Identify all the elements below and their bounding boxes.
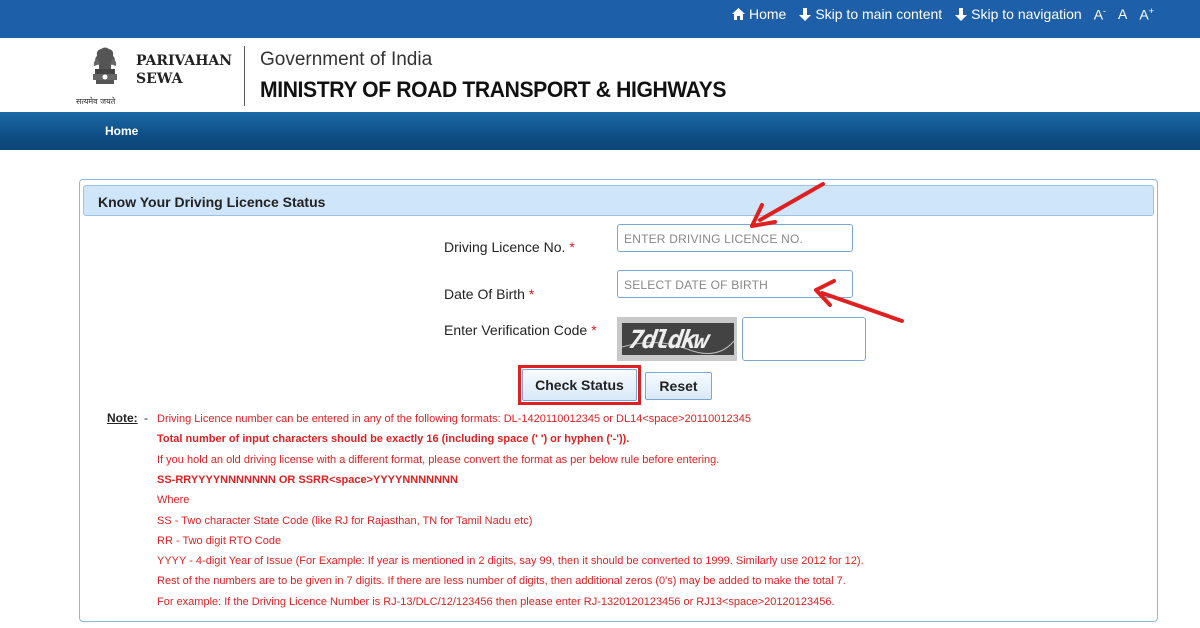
panel-title: Know Your Driving Licence Status xyxy=(98,194,326,210)
reset-button[interactable]: Reset xyxy=(645,372,712,400)
dob-label-text: Date Of Birth xyxy=(444,286,525,302)
dl-number-label-text: Driving Licence No. xyxy=(444,239,566,255)
site-header: सत्यमेव जयते PARIVAHAN SEWA Government o… xyxy=(0,38,1200,112)
dl-number-placeholder: ENTER DRIVING LICENCE NO. xyxy=(624,232,804,246)
note-dash: - xyxy=(144,411,148,425)
dob-placeholder: SELECT DATE OF BIRTH xyxy=(624,278,769,292)
dl-number-label: Driving Licence No. * xyxy=(444,239,575,255)
captcha-label: Enter Verification Code * xyxy=(444,322,597,338)
note-line: RR - Two digit RTO Code xyxy=(157,535,282,547)
brand-line-1: PARIVAHAN xyxy=(136,53,233,69)
font-increase-sign: + xyxy=(1148,6,1154,16)
dob-input[interactable]: SELECT DATE OF BIRTH xyxy=(617,270,853,298)
font-normal-button[interactable]: A xyxy=(1118,6,1127,22)
captcha-label-text: Enter Verification Code xyxy=(444,322,588,338)
arrow-down-icon xyxy=(799,7,812,21)
dl-number-input[interactable]: ENTER DRIVING LICENCE NO. xyxy=(617,224,853,252)
utility-links: Home Skip to main content Skip to naviga… xyxy=(719,6,1154,23)
captcha-code: 7dldkw xyxy=(626,325,710,354)
home-icon xyxy=(731,8,745,21)
note-line: Rest of the numbers are to be given in 7… xyxy=(157,575,846,587)
home-link-label: Home xyxy=(748,6,787,23)
skip-nav-label: Skip to navigation xyxy=(971,6,1082,23)
required-mark: * xyxy=(591,322,597,338)
skip-main-label: Skip to main content xyxy=(815,6,943,23)
national-emblem-logo: सत्यमेव जयते xyxy=(76,46,130,108)
note-line: SS-RRYYYYNNNNNNN OR SSRR<space>YYYYNNNNN… xyxy=(157,474,458,486)
note-line: If you hold an old driving license with … xyxy=(157,454,720,466)
emblem-motto: सत्यमेव जयते xyxy=(76,97,116,106)
home-link[interactable]: Home xyxy=(731,6,787,23)
brand-line-2: SEWA xyxy=(136,71,183,87)
font-decrease-sign: - xyxy=(1103,6,1107,16)
note-line: Total number of input characters should … xyxy=(157,433,630,445)
required-mark: * xyxy=(528,286,535,302)
skip-main-link[interactable]: Skip to main content xyxy=(799,6,942,22)
skip-nav-link[interactable]: Skip to navigation xyxy=(955,6,1082,22)
top-utility-bar: Home Skip to main content Skip to naviga… xyxy=(0,0,1200,38)
ministry-title: MINISTRY OF ROAD TRANSPORT & HIGHWAYS xyxy=(260,77,727,102)
note-line: SS - Two character State Code (like RJ f… xyxy=(157,515,533,527)
parivahan-brand: PARIVAHAN SEWA xyxy=(136,52,232,88)
government-title: Government of India xyxy=(260,49,433,70)
font-increase-button[interactable]: A+ xyxy=(1139,6,1154,23)
font-normal-label: A xyxy=(1118,6,1128,23)
arrow-down-icon xyxy=(955,7,968,21)
note-line: Driving Licence number can be entered in… xyxy=(157,413,751,425)
required-mark: * xyxy=(569,239,575,255)
note-line: Where xyxy=(157,494,190,506)
note-heading: Note: xyxy=(107,411,138,425)
note-line: YYYY - 4-digit Year of Issue (For Exampl… xyxy=(157,555,864,567)
panel-header: Know Your Driving Licence Status xyxy=(83,185,1154,216)
main-navbar: Home xyxy=(0,112,1200,150)
font-increase-label: A xyxy=(1139,6,1149,23)
note-line: For example: If the Driving Licence Numb… xyxy=(157,596,835,608)
ashoka-emblem-icon xyxy=(93,47,117,84)
check-status-button[interactable]: Check Status xyxy=(522,369,637,401)
captcha-image: 7dldkw xyxy=(617,317,737,361)
font-decrease-button[interactable]: A- xyxy=(1094,6,1106,23)
verification-code-input[interactable] xyxy=(742,317,866,361)
nav-home-link[interactable]: Home xyxy=(105,124,138,138)
header-divider xyxy=(244,46,245,106)
dob-label: Date Of Birth * xyxy=(444,286,534,302)
font-decrease-label: A xyxy=(1093,6,1104,23)
